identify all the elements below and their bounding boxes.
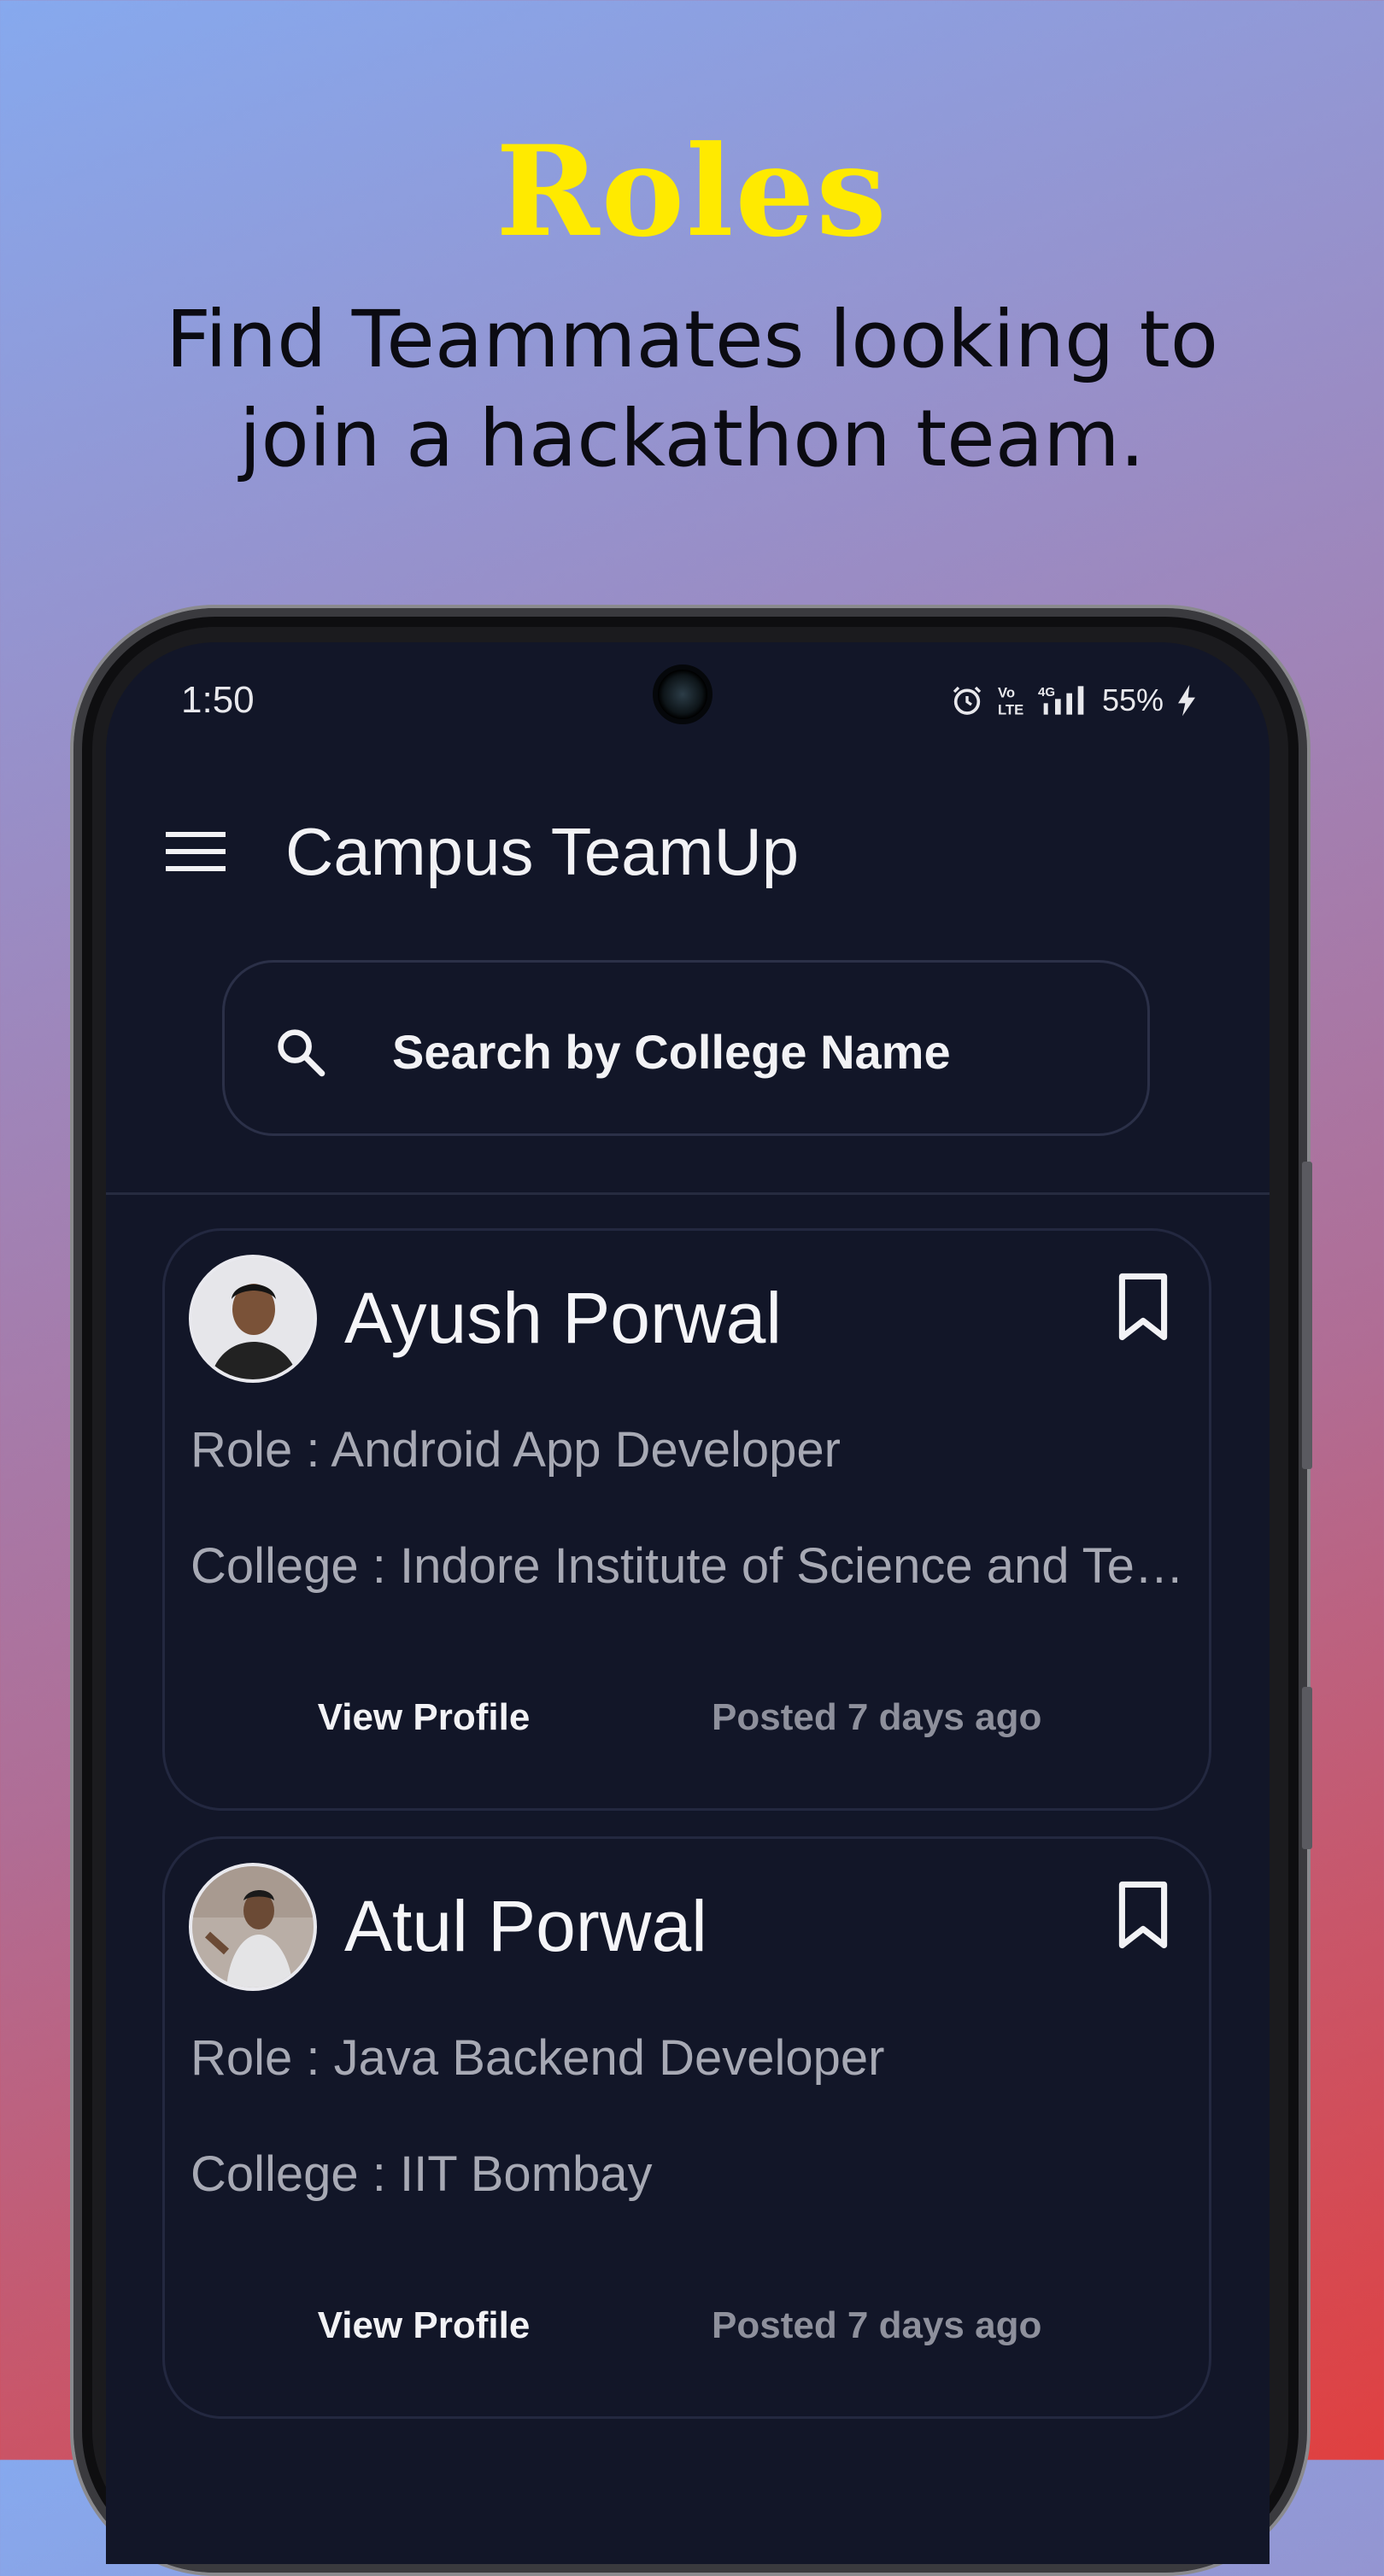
- volte-icon: Vo LTE: [996, 683, 1025, 717]
- phone-power-button: [1302, 1687, 1312, 1849]
- promo-title: Roles: [496, 119, 888, 265]
- teammate-card: Atul Porwal Role : Java Backend Develope…: [162, 1836, 1211, 2419]
- status-icons: Vo LTE 4G 55%: [950, 676, 1198, 724]
- teammate-college: College : Indore Institute of Science an…: [191, 1538, 1190, 1594]
- search-icon: [273, 1024, 329, 1080]
- status-time: 1:50: [181, 679, 255, 721]
- divider: [106, 1192, 1270, 1195]
- svg-text:Vo: Vo: [998, 685, 1015, 701]
- front-camera: [653, 664, 713, 724]
- search-input[interactable]: Search by College Name: [222, 960, 1150, 1136]
- battery-text: 55%: [1101, 682, 1164, 717]
- signal-4g-icon: 4G: [1037, 683, 1090, 717]
- promo-subtitle: Find Teammates looking to join a hackath…: [165, 294, 1219, 484]
- avatar: [189, 1255, 317, 1383]
- teammate-college: College : IIT Bombay: [191, 2146, 653, 2202]
- teammate-name: Atul Porwal: [344, 1886, 707, 1966]
- posted-time: Posted 7 days ago: [712, 2304, 1042, 2346]
- alarm-icon: [950, 683, 984, 717]
- app-title: Campus TeamUp: [285, 814, 800, 889]
- teammate-role: Role : Java Backend Developer: [191, 2030, 885, 2086]
- bookmark-icon[interactable]: [1115, 1880, 1171, 1950]
- teammate-card: Ayush Porwal Role : Android App Develope…: [162, 1228, 1211, 1811]
- view-profile-button[interactable]: View Profile: [291, 2295, 556, 2356]
- teammate-name: Ayush Porwal: [344, 1278, 783, 1358]
- search-placeholder: Search by College Name: [392, 1025, 951, 1079]
- svg-text:LTE: LTE: [998, 702, 1023, 717]
- phone-volume-button: [1302, 1162, 1312, 1469]
- teammate-role: Role : Android App Developer: [191, 1422, 841, 1478]
- avatar: [189, 1863, 317, 1991]
- charging-icon: [1176, 683, 1198, 717]
- posted-time: Posted 7 days ago: [712, 1696, 1042, 1738]
- bookmark-icon[interactable]: [1115, 1272, 1171, 1342]
- phone-screen: 1:50 Vo LTE 4G 55% Campus TeamUp Search b…: [106, 642, 1270, 2564]
- view-profile-button[interactable]: View Profile: [291, 1687, 556, 1748]
- svg-text:4G: 4G: [1038, 685, 1055, 700]
- menu-icon[interactable]: [164, 828, 229, 875]
